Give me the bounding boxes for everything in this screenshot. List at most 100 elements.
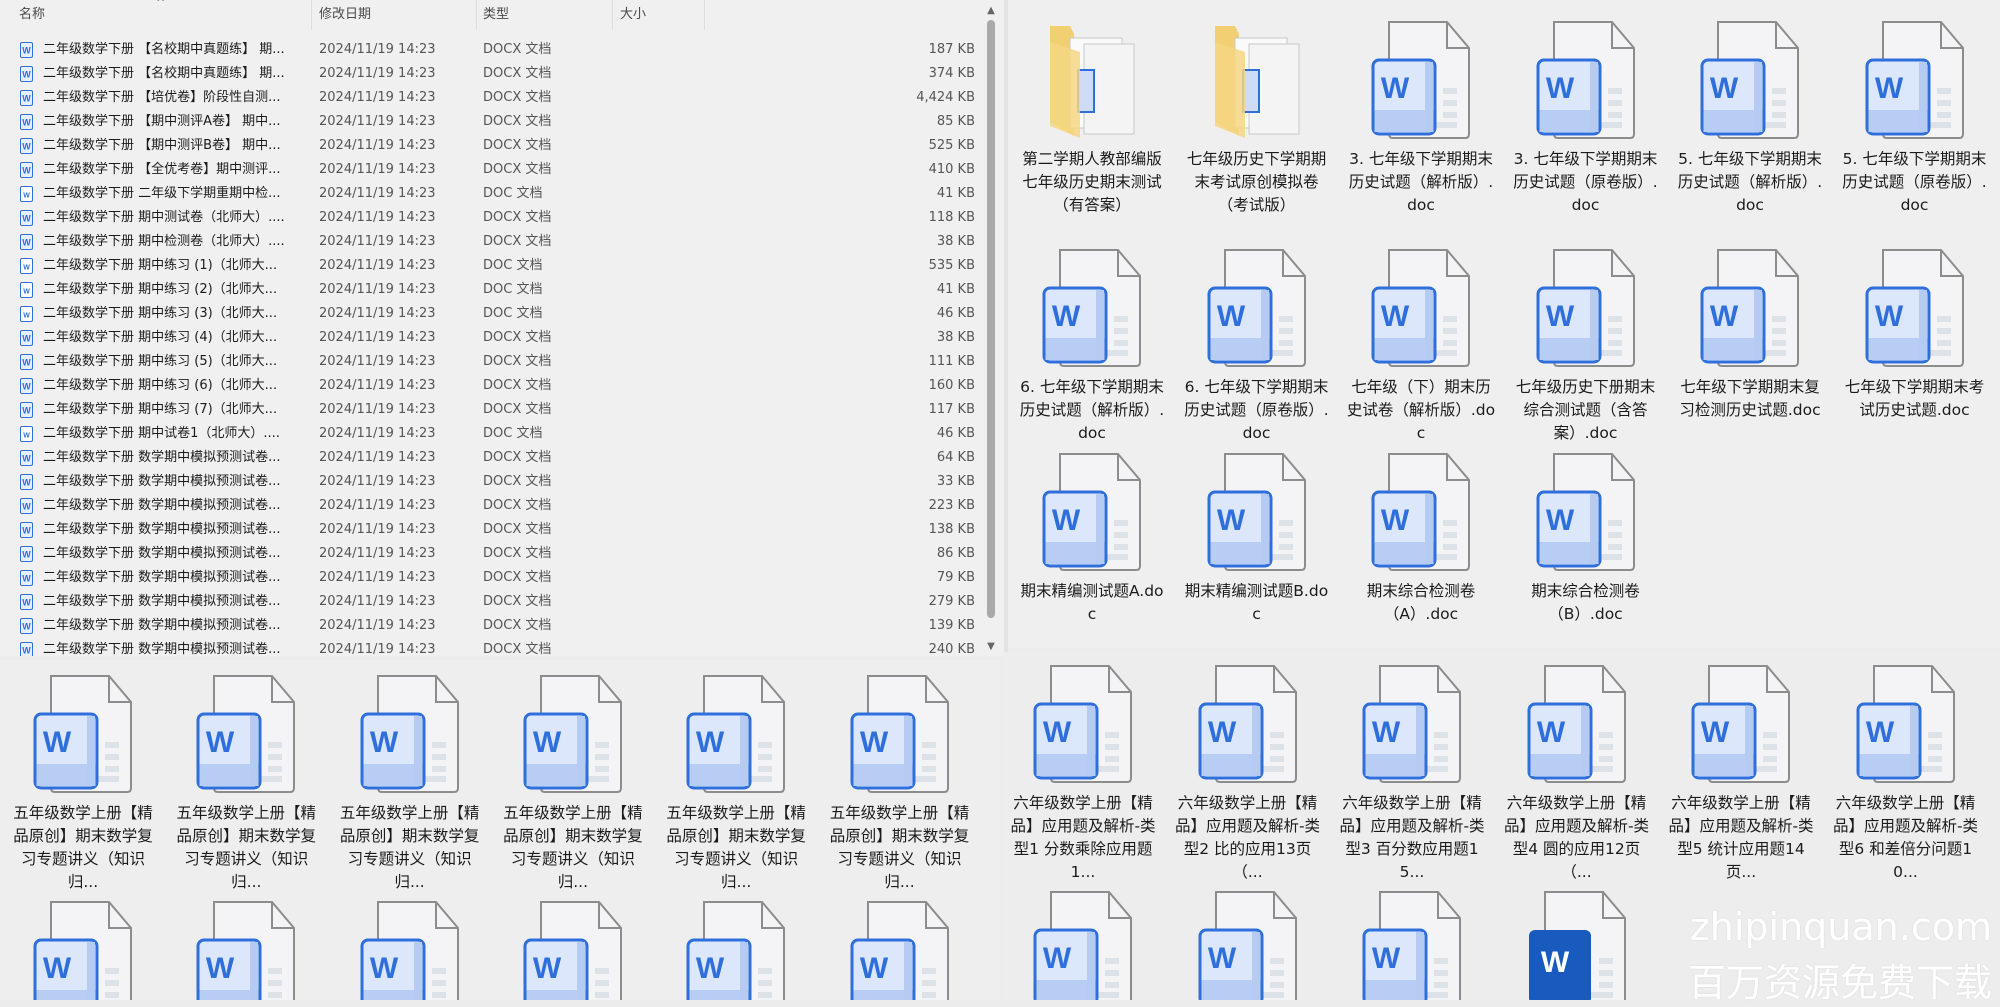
folder-item[interactable]: 七年级历史下学期期末考试原创模拟卷（考试版） [1182, 18, 1332, 217]
file-item[interactable]: W 3. 七年级下学期期末历史试题（解析版）.doc [1346, 18, 1496, 217]
file-item[interactable]: W [498, 898, 648, 1000]
file-row[interactable]: W 二年级数学下册 【期中测评A卷】 期中... 2024/11/19 14:2… [0, 110, 975, 134]
column-divider[interactable] [704, 0, 705, 30]
file-label: 第二学期人教部编版七年级历史期末测试（有答案） [1022, 150, 1162, 214]
file-row[interactable]: W 二年级数学下册 【全优考卷】期中测评... 2024/11/19 14:23… [0, 158, 975, 182]
file-row[interactable]: W 二年级数学下册 数学期中模拟预测试卷... 2024/11/19 14:23… [0, 470, 975, 494]
column-header-size[interactable]: 大小 [620, 0, 646, 30]
file-type: DOCX 文档 [483, 234, 552, 249]
file-row[interactable]: W 二年级数学下册 期中练习 (7)（北师大... 2024/11/19 14:… [0, 398, 975, 422]
file-row[interactable]: W 二年级数学下册 【名校期中真题练】 期... 2024/11/19 14:2… [0, 62, 975, 86]
folder-item[interactable]: 第二学期人教部编版七年级历史期末测试（有答案） [1017, 18, 1167, 217]
file-row[interactable]: W 二年级数学下册 【培优卷】阶段性自测... 2024/11/19 14:23… [0, 86, 975, 110]
file-row[interactable]: W 二年级数学下册 期中试卷1（北师大）.... 2024/11/19 14:2… [0, 422, 975, 446]
file-item[interactable]: W 期末综合检测卷（A）.doc [1346, 450, 1496, 626]
file-name: 二年级数学下册 【名校期中真题练】 期... [43, 42, 285, 57]
file-item[interactable]: W [661, 898, 811, 1000]
file-item[interactable]: W 5. 七年级下学期期末历史试题（原卷版）.doc [1840, 18, 1990, 217]
file-row[interactable]: W 二年级数学下册 期中练习 (2)（北师大... 2024/11/19 14:… [0, 278, 975, 302]
docx-file-icon: W [20, 234, 33, 250]
file-name: 二年级数学下册 数学期中模拟预测试卷... [43, 570, 281, 585]
file-item[interactable]: W 3. 七年级下学期期末历史试题（原卷版）.doc [1511, 18, 1661, 217]
file-item[interactable]: W 五年级数学上册【精品原创】期末数学复习专题讲义（知识归... [335, 672, 485, 894]
file-row[interactable]: W 二年级数学下册 期中测试卷（北师大）.... 2024/11/19 14:2… [0, 206, 975, 230]
file-item[interactable]: W [171, 898, 321, 1000]
file-item[interactable]: W 6. 七年级下学期期末历史试题（原卷版）.doc [1182, 246, 1332, 445]
file-row[interactable]: W 二年级数学下册 数学期中模拟预测试卷... 2024/11/19 14:23… [0, 590, 975, 614]
word-document-icon: W [335, 672, 485, 796]
file-item[interactable]: W 七年级下学期期末复习检测历史试题.doc [1675, 246, 1825, 422]
file-row[interactable]: W 二年级数学下册 【期中测评B卷】 期中... 2024/11/19 14:2… [0, 134, 975, 158]
file-item[interactable]: W 六年级数学上册【精品】应用题及解析-类型1 分数乘除应用题1... [1008, 662, 1158, 884]
column-header-type[interactable]: 类型 [483, 0, 509, 30]
file-row[interactable]: W 二年级数学下册 【名校期中真题练】 期... 2024/11/19 14:2… [0, 38, 975, 62]
file-item[interactable]: W 六年级数学上册【精品】应用题及解析-类型3 百分数应用题15... [1337, 662, 1487, 884]
file-item[interactable]: W 五年级数学上册【精品原创】期末数学复习专题讲义（知识归... [498, 672, 648, 894]
file-item[interactable]: W 六年级数学上册【精品】应用题及解析-类型6 和差倍分问题10... [1831, 662, 1981, 884]
column-header-name[interactable]: 名称 [19, 0, 45, 30]
file-row[interactable]: W 二年级数学下册 数学期中模拟预测试卷... 2024/11/19 14:23… [0, 614, 975, 638]
file-row[interactable]: W 二年级数学下册 二年级下学期重期中检... 2024/11/19 14:23… [0, 182, 975, 206]
file-row[interactable]: W 二年级数学下册 数学期中模拟预测试卷... 2024/11/19 14:23… [0, 542, 975, 566]
file-item[interactable]: W 五年级数学上册【精品原创】期末数学复习专题讲义（知识归... [825, 672, 975, 894]
file-row[interactable]: W 二年级数学下册 期中练习 (4)（北师大... 2024/11/19 14:… [0, 326, 975, 350]
file-label: 六年级数学上册【精品】应用题及解析-类型6 和差倍分问题10... [1832, 794, 1979, 881]
file-item[interactable]: W 6. 七年级下学期期末历史试题（解析版）.doc [1017, 246, 1167, 445]
file-item[interactable]: W 七年级历史下册期末综合测试题（含答案）.doc [1511, 246, 1661, 445]
svg-text:W: W [1372, 942, 1401, 975]
file-item[interactable]: W 五年级数学上册【精品原创】期末数学复习专题讲义（知识归... [171, 672, 321, 894]
file-row[interactable]: W 二年级数学下册 数学期中模拟预测试卷... 2024/11/19 14:23… [0, 518, 975, 542]
file-item[interactable]: W 七年级下学期期末考试历史试题.doc [1840, 246, 1990, 422]
file-row[interactable]: W 二年级数学下册 数学期中模拟预测试卷... 2024/11/19 14:23… [0, 446, 975, 470]
file-item[interactable]: W [1008, 888, 1158, 1000]
file-label: 3. 七年级下学期期末历史试题（原卷版）.doc [1513, 150, 1658, 214]
scrollbar-thumb[interactable] [987, 20, 995, 618]
svg-text:W: W [1372, 716, 1401, 749]
file-item[interactable]: W 六年级数学上册【精品】应用题及解析-类型2 比的应用13页（... [1173, 662, 1323, 884]
file-row[interactable]: W 二年级数学下册 期中练习 (3)（北师大... 2024/11/19 14:… [0, 302, 975, 326]
file-item[interactable]: W [335, 898, 485, 1000]
file-item[interactable]: W 期末综合检测卷（B）.doc [1511, 450, 1661, 626]
file-row[interactable]: W 二年级数学下册 数学期中模拟预测试卷... 2024/11/19 14:23… [0, 566, 975, 590]
column-divider[interactable] [612, 0, 613, 30]
file-item[interactable]: W 六年级数学上册【精品】应用题及解析-类型4 圆的应用12页（... [1502, 662, 1652, 884]
file-label: 七年级（下）期末历史试卷（解析版）.doc [1346, 378, 1496, 442]
file-type: DOCX 文档 [483, 210, 552, 225]
folder-icon [1182, 18, 1332, 142]
file-row[interactable]: W 二年级数学下册 数学期中模拟预测试卷... 2024/11/19 14:23… [0, 638, 975, 656]
file-item[interactable]: W 五年级数学上册【精品原创】期末数学复习专题讲义（知识归... [8, 672, 158, 894]
scroll-up-arrow-icon[interactable]: ▲ [982, 2, 1000, 20]
word-document-icon: W [1017, 246, 1167, 370]
file-row[interactable]: W 二年级数学下册 期中检测卷（北师大）.... 2024/11/19 14:2… [0, 230, 975, 254]
file-row[interactable]: W 二年级数学下册 数学期中模拟预测试卷... 2024/11/19 14:23… [0, 494, 975, 518]
file-item[interactable]: W [1173, 888, 1323, 1000]
file-label: 五年级数学上册【精品原创】期末数学复习专题讲义（知识归... [339, 804, 480, 891]
file-item[interactable]: W 五年级数学上册【精品原创】期末数学复习专题讲义（知识归... [661, 672, 811, 894]
vertical-scrollbar[interactable]: ▲ ▼ [982, 0, 1000, 656]
file-item[interactable]: W [825, 898, 975, 1000]
file-size: 139 KB [928, 618, 975, 633]
file-row[interactable]: W 二年级数学下册 期中练习 (1)（北师大... 2024/11/19 14:… [0, 254, 975, 278]
file-item[interactable]: W 七年级（下）期末历史试卷（解析版）.doc [1346, 246, 1496, 445]
file-row[interactable]: W 二年级数学下册 期中练习 (6)（北师大... 2024/11/19 14:… [0, 374, 975, 398]
column-divider[interactable] [311, 0, 312, 30]
file-date: 2024/11/19 14:23 [319, 402, 436, 417]
file-item[interactable]: W 六年级数学上册【精品】应用题及解析-类型5 统计应用题14页... [1666, 662, 1816, 884]
column-divider[interactable] [476, 0, 477, 30]
file-label: 五年级数学上册【精品原创】期末数学复习专题讲义（知识归... [176, 804, 317, 891]
file-item[interactable]: W 期末精编测试题B.doc [1182, 450, 1332, 626]
file-item[interactable]: W 期末精编测试题A.doc [1017, 450, 1167, 626]
scroll-down-arrow-icon[interactable]: ▼ [982, 638, 1000, 656]
word-document-icon: W [1675, 246, 1825, 370]
column-header-date[interactable]: 修改日期 [319, 0, 371, 30]
svg-text:W: W [22, 46, 31, 56]
file-item[interactable]: W [8, 898, 158, 1000]
file-item[interactable]: W [1502, 888, 1652, 1000]
file-name: 二年级数学下册 期中练习 (4)（北师大... [43, 330, 278, 345]
sort-ascending-icon: ^ [156, 0, 166, 9]
file-item[interactable]: W [1337, 888, 1487, 1000]
svg-text:W: W [22, 142, 31, 152]
file-type: DOCX 文档 [483, 354, 552, 369]
file-item[interactable]: W 5. 七年级下学期期末历史试题（解析版）.doc [1675, 18, 1825, 217]
file-row[interactable]: W 二年级数学下册 期中练习 (5)（北师大... 2024/11/19 14:… [0, 350, 975, 374]
